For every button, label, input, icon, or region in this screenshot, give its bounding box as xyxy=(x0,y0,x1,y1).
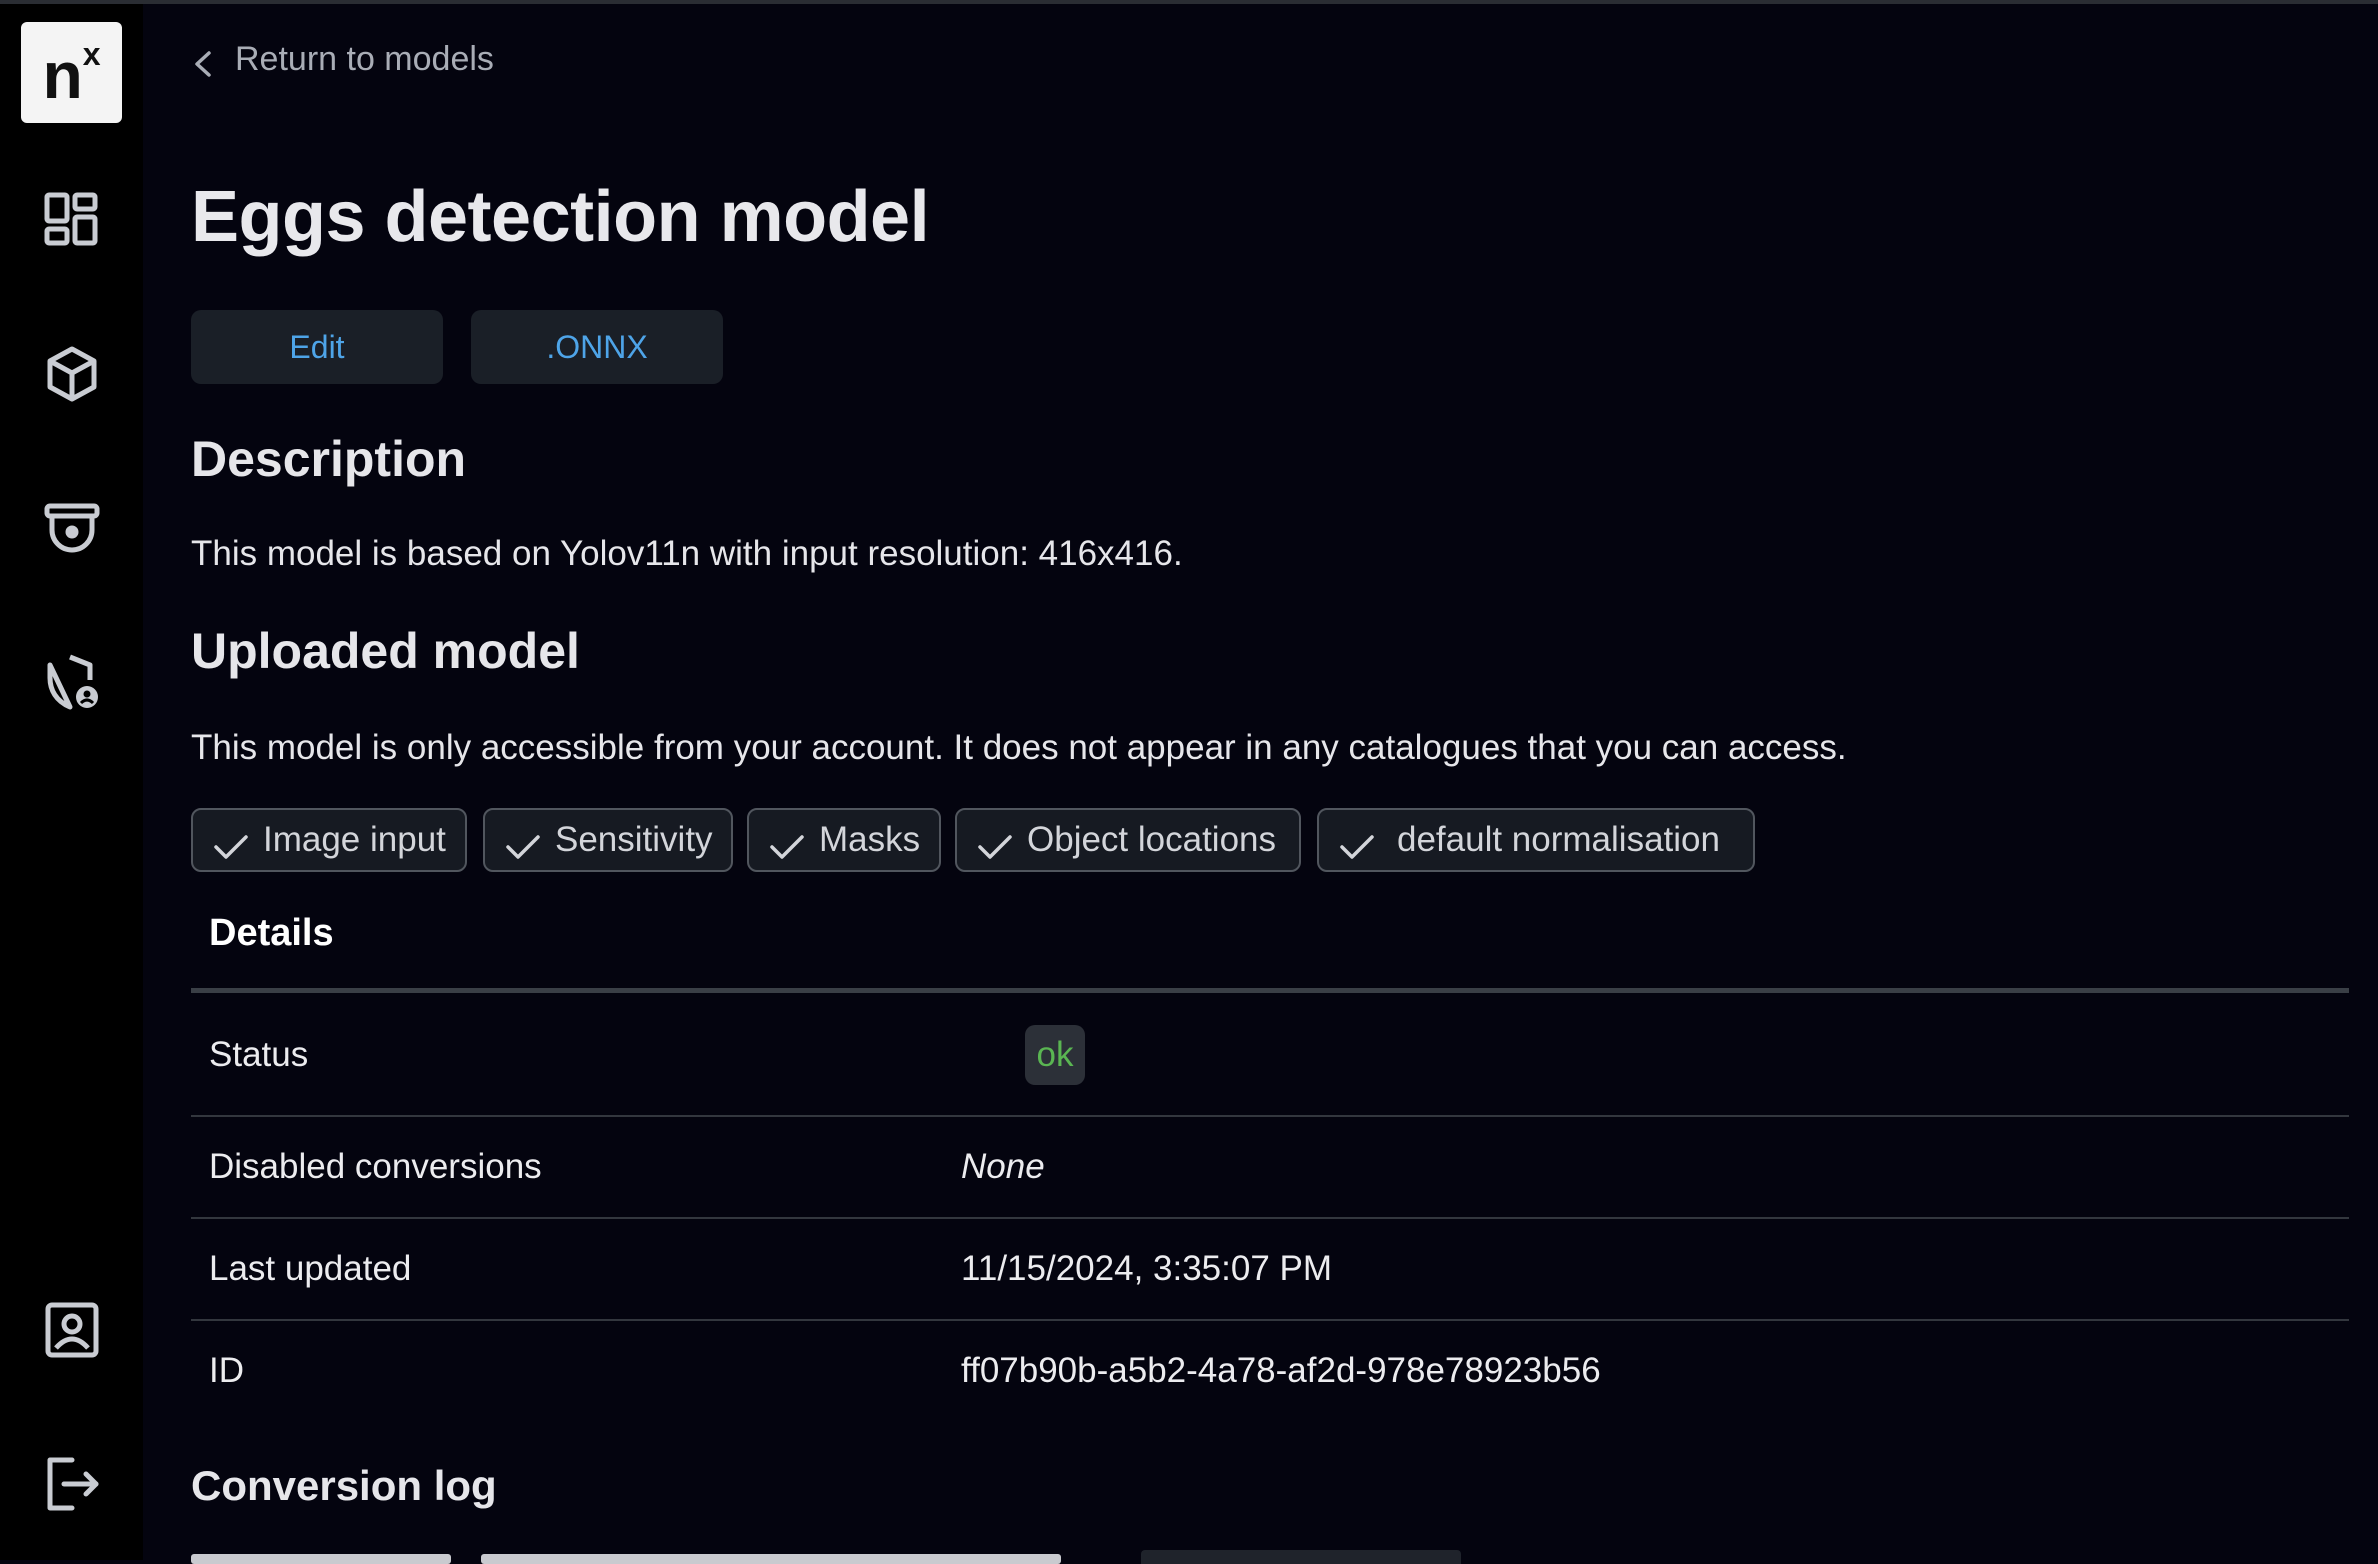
row-label: Disabled conversions xyxy=(209,1147,542,1186)
row-value: ff07b90b-a5b2-4a78-af2d-978e78923b56 xyxy=(961,1351,1601,1390)
shield-user-icon[interactable] xyxy=(40,650,104,714)
details-heading: Details xyxy=(209,912,334,954)
sidebar: n x xyxy=(0,4,143,1560)
chip-label: Object locations xyxy=(1027,820,1277,859)
row-label: Last updated xyxy=(209,1249,412,1288)
chip-label: default normalisation xyxy=(1397,820,1720,859)
table-row: Last updated 11/15/2024, 3:35:07 PM xyxy=(191,1219,2349,1321)
check-icon xyxy=(770,835,804,859)
chip-label: Image input xyxy=(263,820,446,859)
row-value: 11/15/2024, 3:35:07 PM xyxy=(961,1249,1333,1288)
conversion-log-text-cutoff xyxy=(191,1550,1891,1564)
onnx-download-button[interactable]: .ONNX xyxy=(471,310,723,384)
chip-sensitivity: Sensitivity xyxy=(483,808,733,872)
return-to-models-link[interactable]: Return to models xyxy=(191,40,494,79)
page-title: Eggs detection model xyxy=(191,177,930,257)
row-value: None xyxy=(961,1147,1045,1186)
check-icon xyxy=(214,835,248,859)
check-icon xyxy=(978,835,1012,859)
app-logo[interactable]: n x xyxy=(21,22,122,123)
chip-default-normalisation: default normalisation xyxy=(1317,808,1755,872)
profile-icon[interactable] xyxy=(40,1298,104,1362)
row-label: ID xyxy=(209,1351,244,1390)
chip-label: Sensitivity xyxy=(555,820,713,859)
chip-label: Masks xyxy=(819,820,921,859)
uploaded-model-heading: Uploaded model xyxy=(191,623,580,679)
table-row: Disabled conversions None xyxy=(191,1117,2349,1219)
description-heading: Description xyxy=(191,431,467,487)
logo-letter: n xyxy=(42,38,82,112)
description-text: This model is based on Yolov11n with inp… xyxy=(191,534,1183,573)
check-icon xyxy=(1340,835,1374,859)
cube-icon[interactable] xyxy=(40,342,104,406)
table-row: ID ff07b90b-a5b2-4a78-af2d-978e78923b56 xyxy=(191,1321,2349,1421)
table-row: Status ok xyxy=(191,993,2349,1117)
cutoff-code-fragment xyxy=(1141,1550,1461,1564)
chip-image-input: Image input xyxy=(191,808,467,872)
uploaded-model-text: This model is only accessible from your … xyxy=(191,728,1847,767)
return-link-label: Return to models xyxy=(235,40,494,78)
check-icon xyxy=(506,835,540,859)
dashboard-icon[interactable] xyxy=(40,188,104,252)
camera-icon[interactable] xyxy=(40,496,104,560)
logo-superscript: x xyxy=(82,36,101,72)
logout-icon[interactable] xyxy=(40,1452,104,1516)
cutoff-text-fragment xyxy=(191,1554,451,1564)
row-label: Status xyxy=(209,1035,309,1074)
conversion-log-heading: Conversion log xyxy=(191,1462,497,1509)
chevron-left-icon xyxy=(195,50,211,77)
edit-button[interactable]: Edit xyxy=(191,310,443,384)
chip-object-locations: Object locations xyxy=(955,808,1301,872)
cutoff-text-fragment xyxy=(481,1554,1061,1564)
status-badge: ok xyxy=(1025,1025,1085,1085)
chip-masks: Masks xyxy=(747,808,941,872)
main-content: Return to models Eggs detection model Ed… xyxy=(143,4,2378,1564)
